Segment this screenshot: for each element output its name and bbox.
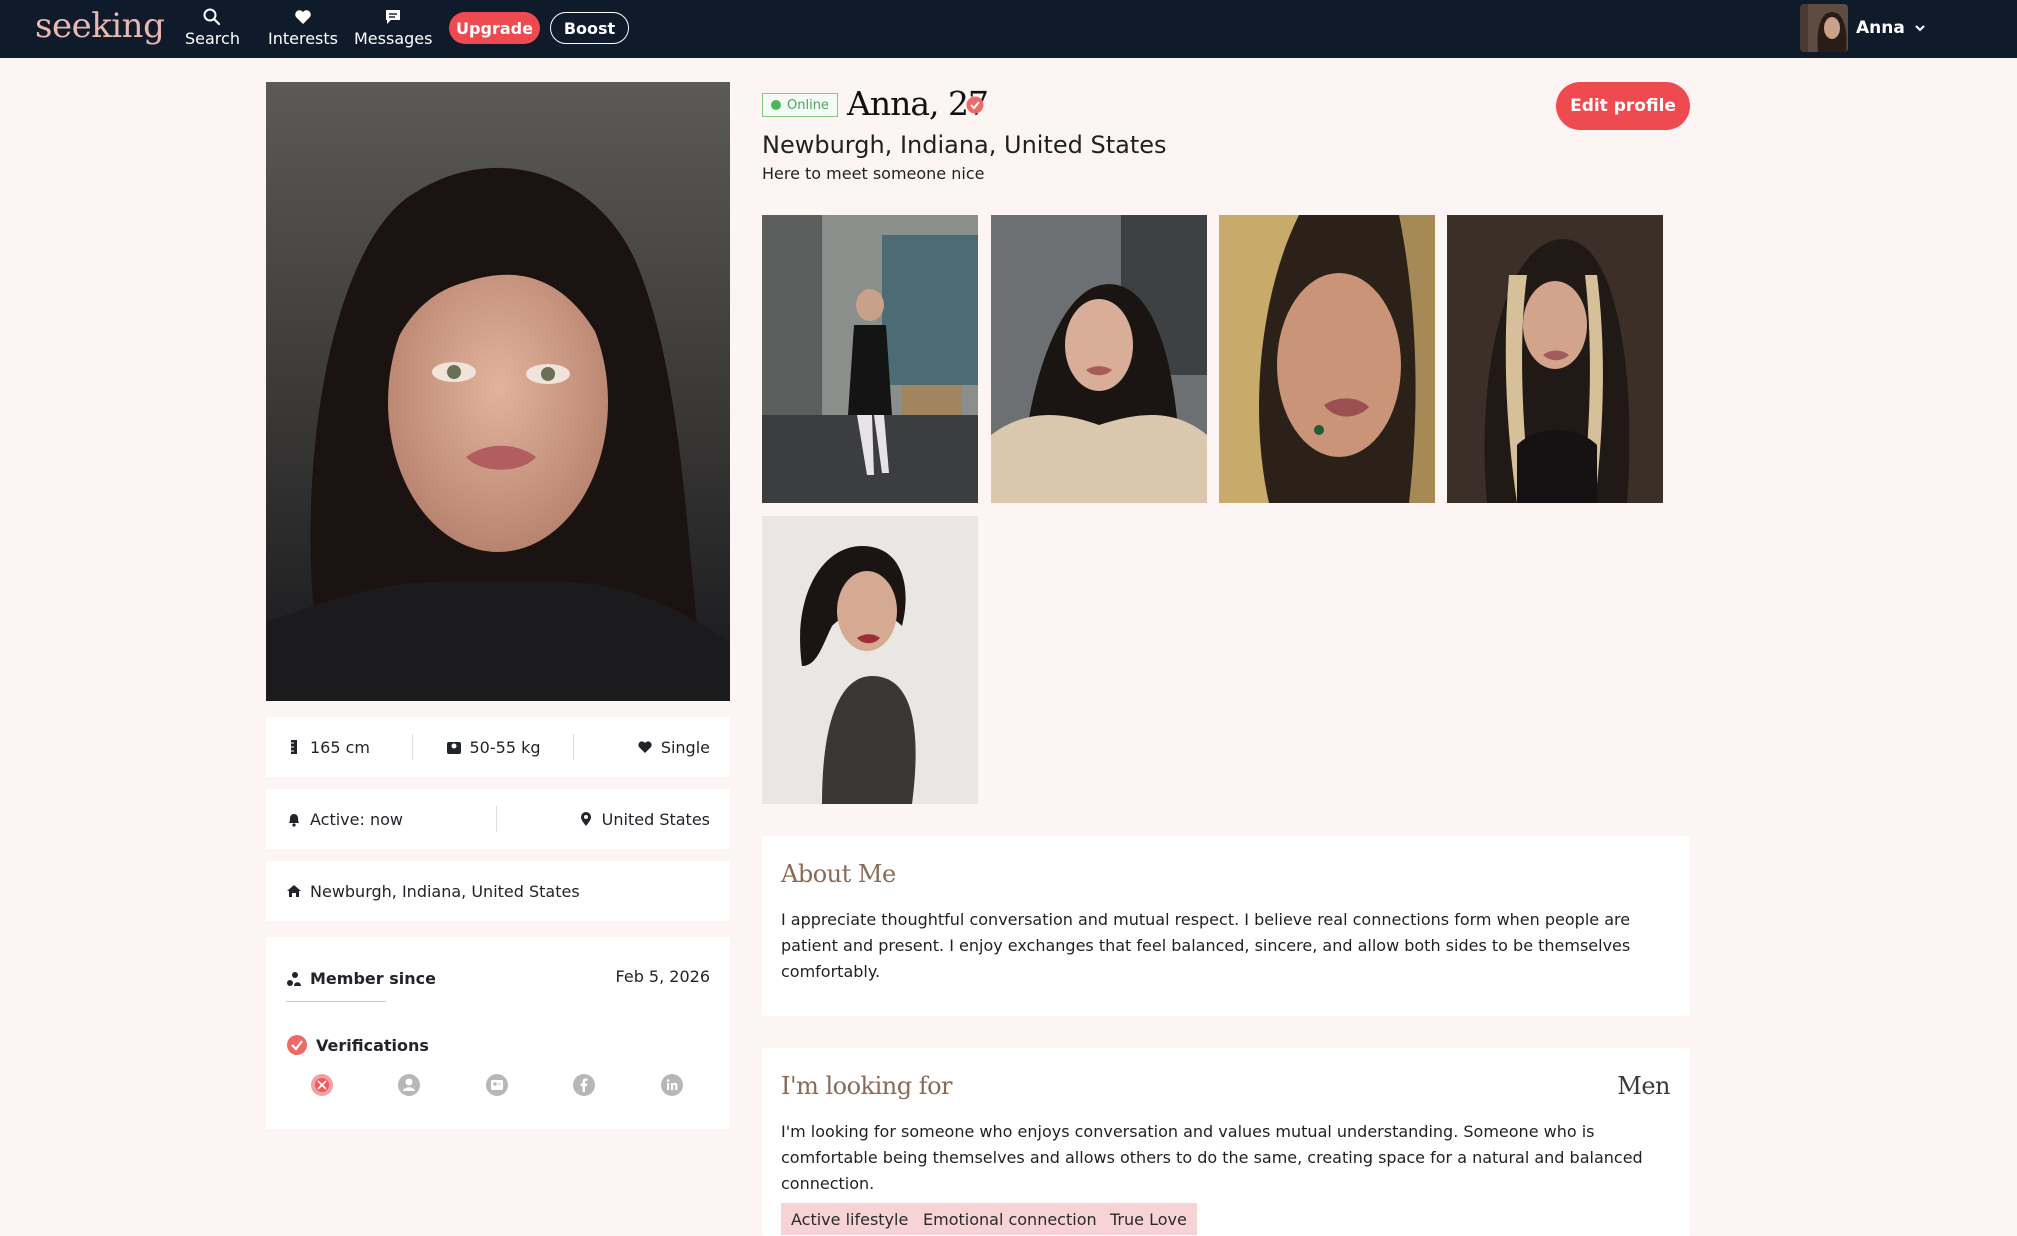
profile-verification-icon[interactable] [397,1073,421,1097]
home-icon [287,885,301,897]
chat-icon [386,10,401,24]
gallery-photo[interactable] [762,516,978,804]
user-avatar [1800,4,1848,52]
weight-stat: 50-55 kg [413,738,573,757]
hometown-stat: Newburgh, Indiana, United States [286,882,580,901]
about-me-title: About Me [781,860,896,888]
verifications-label: Verifications [316,1035,429,1055]
tag-chip: Active lifestyle [781,1203,919,1235]
nav-interests-label: Interests [268,29,338,48]
scale-icon [446,742,461,754]
relationship-value: Single [660,737,710,757]
online-dot [771,100,781,110]
looking-for-title: I'm looking for [781,1072,953,1100]
active-value: Active: now [310,809,403,829]
ruler-icon [291,740,297,754]
user-menu[interactable]: Anna [1800,4,1927,52]
country-value: United States [601,809,710,829]
edit-profile-button[interactable]: Edit profile [1556,82,1690,130]
verified-badge-icon [966,96,984,114]
height-stat: 165 cm [286,738,412,757]
search-icon [203,8,221,26]
tag-chip: True Love [1100,1203,1197,1235]
gallery-photo[interactable] [1219,215,1435,503]
facebook-icon[interactable] [572,1073,596,1097]
member-icon [287,971,301,986]
linkedin-icon[interactable] [660,1073,684,1097]
online-badge: Online [762,93,838,117]
member-since-date: Feb 5, 2026 [615,967,710,986]
hometown-card: Newburgh, Indiana, United States [266,861,730,921]
weight-value: 50-55 kg [469,737,541,757]
hometown-value: Newburgh, Indiana, United States [310,881,580,901]
verified-check-icon [287,1035,307,1055]
gallery-photo[interactable] [762,215,978,503]
gallery-photo[interactable] [1447,215,1663,503]
boost-button[interactable]: Boost [550,12,629,44]
nav-messages-label: Messages [354,29,433,48]
active-stat: Active: now [286,810,496,829]
member-since-label: Member since [310,969,436,988]
divider [286,1001,386,1002]
stats-card-body: 165 cm 50-55 kg Single [266,717,730,777]
nav-messages[interactable]: Messages [354,7,432,48]
main-profile-photo[interactable] [266,82,730,701]
relationship-stat: Single [574,738,710,757]
photo-verification-icon[interactable] [310,1073,334,1097]
nav-interests[interactable]: Interests [268,7,338,48]
seeking-logo[interactable]: seeking [35,6,165,46]
chevron-down-icon [1915,25,1925,32]
membership-card: Member since Feb 5, 2026 Verifications [266,937,730,1129]
id-verification-icon[interactable] [485,1073,509,1097]
country-stat: United States [497,810,710,829]
bell-icon [289,814,299,827]
member-since-row: Member since [286,969,436,988]
location-pin-icon [580,812,591,826]
heart-icon [638,741,652,753]
gallery-photo[interactable] [991,215,1207,503]
height-value: 165 cm [310,737,371,757]
nav-search-label: Search [185,29,240,48]
about-me-section: About Me I appreciate thoughtful convers… [762,836,1690,1016]
nav-search[interactable]: Search [185,7,240,48]
heart-icon [295,10,311,24]
looking-for-text: I'm looking for someone who enjoys conve… [781,1122,1643,1193]
online-label: Online [787,97,829,113]
tag-chip: Emotional connection [913,1203,1107,1235]
upgrade-button[interactable]: Upgrade [449,12,540,44]
profile-location: Newburgh, Indiana, United States [762,131,1167,159]
looking-for-gender: Men [1617,1072,1670,1100]
profile-tagline: Here to meet someone nice [762,164,985,183]
top-navigation-bar: seeking Search Interests Messages Upgrad… [0,0,2017,58]
about-me-text: I appreciate thoughtful conversation and… [781,910,1631,981]
user-name: Anna [1856,18,1905,38]
activity-card: Active: now United States [266,789,730,849]
verifications-row: Verifications [286,1034,429,1056]
